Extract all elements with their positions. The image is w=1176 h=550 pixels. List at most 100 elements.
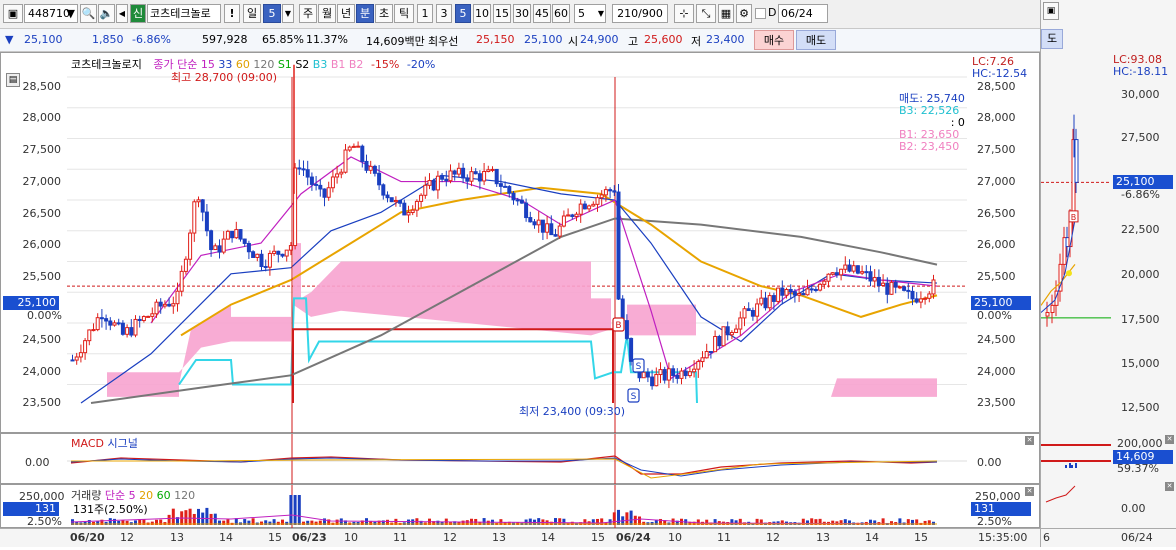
- interval-15-button[interactable]: 15: [493, 4, 511, 23]
- volume-close-icon[interactable]: ✕: [1025, 487, 1034, 496]
- period-second-button[interactable]: 초: [375, 4, 393, 23]
- period-year-button[interactable]: 년: [337, 4, 355, 23]
- mini-tick: 17,500: [1121, 313, 1160, 326]
- candle-body: [713, 335, 718, 353]
- sell-signal-badge-text: S: [631, 392, 637, 402]
- candle-body: [314, 183, 319, 186]
- count-field[interactable]: 210/900: [612, 4, 668, 23]
- stock-code-input[interactable]: 448710 ▼: [24, 4, 78, 23]
- period-month-button[interactable]: 월: [318, 4, 336, 23]
- candle-body: [129, 327, 134, 336]
- interval-45-button[interactable]: 45: [533, 4, 551, 23]
- period-minute-button[interactable]: 분: [356, 4, 374, 23]
- candle-body: [238, 229, 243, 240]
- candle-body: [141, 316, 146, 322]
- volume-ma120: 120: [174, 489, 196, 502]
- candle-body: [335, 173, 340, 178]
- candle-body: [461, 167, 466, 179]
- candle-body: [826, 273, 831, 282]
- interval-30-button[interactable]: 30: [513, 4, 531, 23]
- candle-body: [158, 301, 163, 307]
- s1-line: [292, 328, 614, 403]
- draw-tools-icon[interactable]: ⤡: [696, 4, 716, 23]
- interval-60-button[interactable]: 60: [552, 4, 570, 23]
- mini-chart-svg: B: [1041, 114, 1111, 503]
- window-icon[interactable]: ▣: [3, 4, 23, 23]
- candle-body: [750, 310, 755, 317]
- candle-body: [885, 282, 890, 295]
- interval-5-button[interactable]: 5: [455, 4, 471, 23]
- volume-bar: [289, 495, 293, 525]
- crosshair-icon[interactable]: ⊹: [674, 4, 694, 23]
- price-chart-panel[interactable]: BSS ▤ 코츠테크놀로지 종가 단순 15 33 60 120 S1 S2 B…: [0, 52, 1041, 434]
- candle-body: [486, 169, 491, 173]
- period-tick-button[interactable]: 틱: [394, 4, 414, 23]
- macd-zero-left: 0.00: [25, 456, 50, 469]
- interval-10-button[interactable]: 10: [473, 4, 491, 23]
- candle-body: [406, 212, 411, 216]
- candle-body: [263, 266, 268, 269]
- candle-body: [230, 230, 235, 239]
- candle-body: [809, 288, 814, 291]
- macd-close-icon[interactable]: ✕: [1025, 436, 1034, 445]
- sell-signal-badge-text: S: [636, 362, 642, 372]
- candle-body: [818, 283, 823, 291]
- candle-body: [255, 253, 260, 258]
- candle-body: [137, 318, 142, 322]
- candle-body: [645, 371, 650, 378]
- y-tick: 27,500: [22, 143, 62, 156]
- candle-body: [276, 250, 281, 255]
- candle-body: [788, 289, 793, 293]
- x-label: 11: [717, 531, 731, 544]
- date-field[interactable]: 06/24: [778, 4, 828, 23]
- dropdown-arrow-icon[interactable]: ▼: [67, 5, 75, 22]
- volume-bar: [373, 521, 377, 525]
- trade-volume: 597,928: [202, 33, 248, 46]
- period-week-button[interactable]: 주: [299, 4, 317, 23]
- d-checkbox[interactable]: [755, 8, 766, 19]
- macd-panel[interactable]: MACD 시그널 0.00 0.00 ✕: [0, 433, 1040, 485]
- prev-arrow-icon[interactable]: ◀: [116, 4, 128, 23]
- candle-body: [923, 297, 928, 300]
- period-day-value[interactable]: 5: [263, 4, 281, 23]
- gear-icon[interactable]: ⚙: [736, 4, 752, 23]
- period-day-button[interactable]: 일: [243, 4, 261, 23]
- candle-body: [456, 167, 461, 175]
- best-price-label: 최우선: [428, 35, 459, 48]
- x-label: 13: [816, 531, 830, 544]
- interval-dropdown-icon[interactable]: ▼: [598, 5, 604, 22]
- mini-tab[interactable]: 도: [1041, 29, 1063, 49]
- price-chart-svg[interactable]: B S S: [1, 53, 1041, 434]
- x-label: 14: [541, 531, 555, 544]
- sell-button[interactable]: 매도: [796, 30, 836, 50]
- volume-panel[interactable]: 거래량 단순 5 20 60 120 131주(2.50%) 250,000 1…: [0, 484, 1040, 529]
- buy-button[interactable]: 매수: [754, 30, 794, 50]
- period-dropdown-icon[interactable]: ▼: [282, 4, 294, 23]
- candle-body: [578, 203, 583, 215]
- hc-label: HC:-12.54: [972, 67, 1028, 80]
- speaker-icon[interactable]: 🔈: [98, 4, 115, 23]
- candle-body: [763, 297, 768, 309]
- x-label: 11: [393, 531, 407, 544]
- interval-1-button[interactable]: 1: [417, 4, 433, 23]
- mini-window-icon[interactable]: ▣: [1043, 2, 1059, 20]
- candle-body: [389, 197, 394, 203]
- candle-body: [650, 376, 655, 387]
- volume-bar: [650, 521, 654, 525]
- interval-input[interactable]: 5 ▼: [574, 4, 606, 23]
- warning-button[interactable]: !: [224, 4, 240, 23]
- interval-3-button[interactable]: 3: [436, 4, 452, 23]
- stock-name-field[interactable]: 코츠테크놀로: [147, 4, 221, 23]
- candle-body: [679, 370, 684, 379]
- mini-close-icon-2[interactable]: ✕: [1165, 482, 1174, 491]
- candle-body: [654, 374, 659, 387]
- search-icon[interactable]: 🔍: [80, 4, 97, 23]
- chart-grid-icon[interactable]: ▦: [718, 4, 734, 23]
- candle-body: [133, 318, 138, 336]
- mini-close-icon[interactable]: ✕: [1165, 435, 1174, 444]
- candle-body: [330, 176, 335, 189]
- volume-bar: [570, 521, 574, 525]
- low-annotation: 최저 23,400 (09:30): [519, 405, 626, 418]
- candle-body: [204, 211, 209, 232]
- mini-chart-pane[interactable]: ▣ 도 B LC:93.08 HC:-18.11 30,000 27,500 2…: [1040, 0, 1176, 547]
